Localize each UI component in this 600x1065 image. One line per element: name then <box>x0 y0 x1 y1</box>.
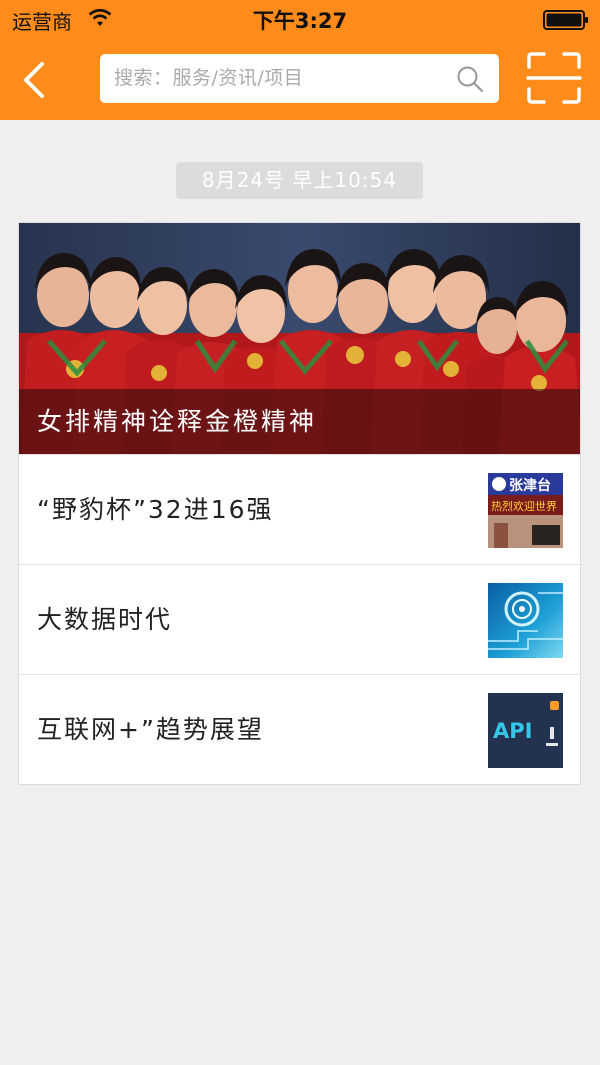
news-item[interactable]: 大数据时代 <box>19 564 580 674</box>
news-item[interactable]: “野豹杯”32进16强 张津台 热烈欢迎世界 <box>19 454 580 564</box>
news-item-title: 大数据时代 <box>37 605 173 634</box>
feed-timestamp: 8月24号 早上10:54 <box>176 162 423 199</box>
search-box[interactable]: 搜索：服务/资讯/项目 <box>100 54 499 103</box>
search-icon[interactable] <box>456 65 484 93</box>
news-item-title: “野豹杯”32进16强 <box>37 495 274 524</box>
featured-title: 女排精神诠释金橙精神 <box>37 407 318 436</box>
news-card: 女排精神诠释金橙精神 “野豹杯”32进16强 张津台 热烈欢迎世界 大数据时代 <box>18 222 581 785</box>
news-thumbnail: API <box>488 693 563 768</box>
featured-article[interactable]: 女排精神诠释金橙精神 <box>19 223 580 455</box>
search-input[interactable]: 搜索：服务/资讯/项目 <box>114 54 303 103</box>
news-thumbnail: 张津台 热烈欢迎世界 <box>488 473 563 548</box>
status-time: 下午3:27 <box>252 9 348 33</box>
app-header: 运营商 下午3:27 搜索：服务/资讯/项目 <box>0 0 600 120</box>
scan-frame-icon <box>526 52 582 104</box>
thumb-brand-text: 张津台 <box>509 477 551 494</box>
news-thumbnail <box>488 583 563 658</box>
scan-button[interactable] <box>526 51 582 105</box>
chevron-left-icon <box>24 62 44 98</box>
news-item[interactable]: 互联网+”趋势展望 API <box>19 674 580 784</box>
thumb-banner-text: 热烈欢迎世界 <box>491 499 557 513</box>
status-bar: 运营商 下午3:27 <box>0 0 600 40</box>
back-button[interactable] <box>14 56 58 104</box>
news-item-title: 互联网+”趋势展望 <box>37 715 264 744</box>
thumb-api-text: API <box>493 719 532 743</box>
battery-icon <box>543 10 588 30</box>
